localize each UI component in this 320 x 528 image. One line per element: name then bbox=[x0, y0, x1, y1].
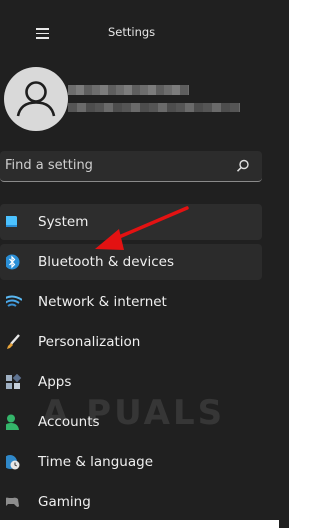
wifi-icon bbox=[6, 295, 22, 307]
monitor-icon bbox=[6, 216, 17, 227]
brush-icon bbox=[7, 334, 20, 349]
avatar[interactable] bbox=[4, 67, 68, 131]
hamburger-menu-icon[interactable] bbox=[36, 28, 49, 39]
sidebar-item-label: System bbox=[38, 214, 89, 230]
sidebar-item-label: Network & internet bbox=[38, 294, 167, 310]
person-icon bbox=[16, 81, 56, 117]
sidebar-item-gaming[interactable]: Gaming bbox=[0, 484, 262, 520]
sidebar-item-label: Gaming bbox=[38, 494, 91, 510]
sidebar-item-personalization[interactable]: Personalization bbox=[0, 324, 262, 360]
sidebar-item-bluetooth[interactable]: Bluetooth & devices bbox=[0, 244, 262, 280]
account-name-redacted bbox=[68, 85, 189, 95]
sidebar-item-label: Time & language bbox=[38, 454, 154, 470]
account-email-redacted bbox=[68, 103, 240, 112]
sidebar-item-accounts[interactable]: Accounts bbox=[0, 404, 262, 440]
search-input[interactable] bbox=[0, 151, 225, 179]
sidebar-item-time-language[interactable]: Time & language bbox=[0, 444, 262, 480]
apps-icon bbox=[6, 374, 22, 389]
search-box bbox=[0, 151, 262, 182]
sidebar-item-system[interactable]: System bbox=[0, 204, 262, 240]
sidebar-item-network[interactable]: Network & internet bbox=[0, 284, 262, 320]
globe-clock-icon bbox=[6, 455, 20, 470]
settings-nav: System Bluetooth & devices Network & int… bbox=[0, 204, 279, 520]
app-title: Settings bbox=[108, 25, 156, 39]
settings-window: Settings System Bluetooth & d bbox=[0, 0, 279, 520]
sidebar-item-label: Personalization bbox=[38, 334, 141, 350]
controller-icon bbox=[6, 497, 19, 507]
sidebar-item-label: Bluetooth & devices bbox=[38, 254, 175, 270]
search-icon[interactable] bbox=[236, 159, 250, 173]
sidebar-item-label: Accounts bbox=[38, 414, 100, 430]
window-edge bbox=[279, 0, 289, 528]
title-bar: Settings bbox=[0, 16, 279, 50]
person-icon bbox=[6, 414, 19, 430]
sidebar-item-label: Apps bbox=[38, 374, 72, 390]
bluetooth-icon bbox=[6, 254, 20, 270]
sidebar-item-apps[interactable]: Apps bbox=[0, 364, 262, 400]
